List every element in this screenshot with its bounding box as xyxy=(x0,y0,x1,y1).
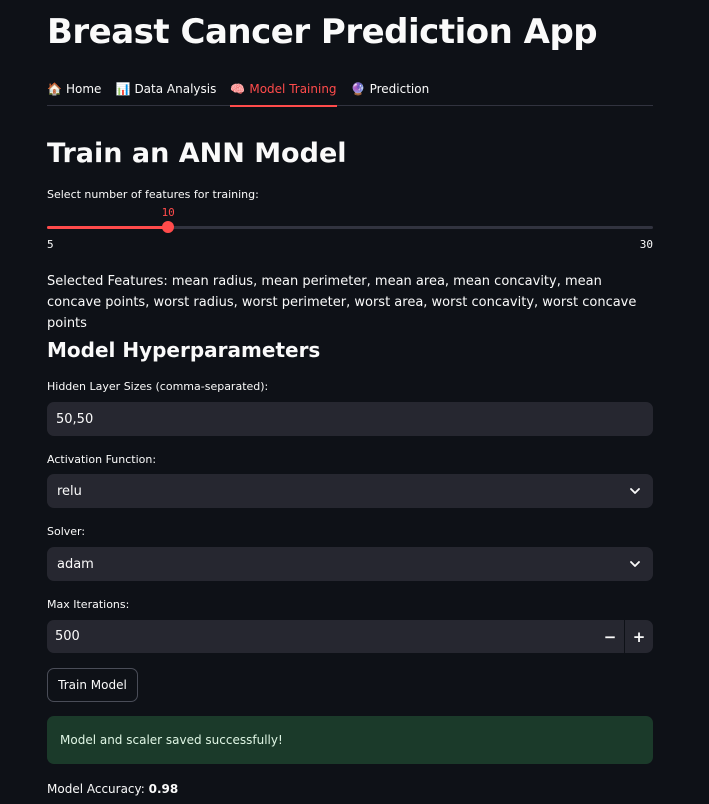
max-iterations-input: − + xyxy=(47,620,653,653)
solver-label: Solver: xyxy=(47,525,86,538)
slider-track[interactable] xyxy=(47,221,653,233)
model-accuracy: Model Accuracy: 0.98 xyxy=(47,782,178,796)
slider-max-value: 30 xyxy=(639,238,653,251)
app-title: Breast Cancer Prediction App xyxy=(47,12,598,52)
accuracy-label: Model Accuracy: xyxy=(47,782,145,796)
slider-min-value: 5 xyxy=(47,238,54,251)
tab-model-training[interactable]: 🧠 Model Training xyxy=(230,72,337,107)
activation-label: Activation Function: xyxy=(47,453,157,466)
accuracy-value: 0.98 xyxy=(148,782,179,796)
hidden-layers-label: Hidden Layer Sizes (comma-separated): xyxy=(47,380,269,393)
feature-count-label: Select number of features for training: xyxy=(47,188,259,201)
tab-label: Model Training xyxy=(249,81,337,96)
house-icon: 🏠 xyxy=(47,81,62,96)
slider-fill xyxy=(47,226,169,229)
crystal-ball-icon: 🔮 xyxy=(350,81,366,96)
train-model-button[interactable]: Train Model xyxy=(47,668,138,702)
bar-chart-icon: 📊 xyxy=(115,81,131,96)
activation-value: relu xyxy=(57,483,82,499)
brain-icon: 🧠 xyxy=(230,81,246,96)
max-iterations-field[interactable] xyxy=(47,620,596,653)
tab-home[interactable]: 🏠 Home xyxy=(47,72,101,106)
section-title: Train an ANN Model xyxy=(47,138,347,169)
tab-data-analysis[interactable]: 📊 Data Analysis xyxy=(115,72,216,106)
max-iterations-label: Max Iterations: xyxy=(47,598,130,611)
tab-label: Prediction xyxy=(369,81,430,96)
tab-label: Data Analysis xyxy=(134,81,217,96)
slider-current-value: 10 xyxy=(161,206,175,219)
solver-select[interactable]: adam xyxy=(47,547,653,581)
hidden-layers-input[interactable] xyxy=(47,402,653,436)
hyperparameters-title: Model Hyperparameters xyxy=(47,338,321,362)
chevron-down-icon xyxy=(630,561,640,567)
tab-prediction[interactable]: 🔮 Prediction xyxy=(351,72,430,106)
tab-bar: 🏠 Home 📊 Data Analysis 🧠 Model Training … xyxy=(47,72,653,107)
selected-features-text: Selected Features: mean radius, mean per… xyxy=(47,274,637,331)
tab-label: Home xyxy=(66,81,102,96)
feature-count-slider[interactable]: 10 5 30 xyxy=(47,206,653,252)
solver-value: adam xyxy=(57,556,94,572)
activation-select[interactable]: relu xyxy=(47,474,653,508)
slider-thumb[interactable] xyxy=(162,221,175,233)
decrement-button[interactable]: − xyxy=(596,620,624,653)
success-alert: Model and scaler saved successfully! xyxy=(47,716,653,764)
increment-button[interactable]: + xyxy=(625,620,653,653)
success-message: Model and scaler saved successfully! xyxy=(60,733,283,747)
chevron-down-icon xyxy=(630,488,640,494)
